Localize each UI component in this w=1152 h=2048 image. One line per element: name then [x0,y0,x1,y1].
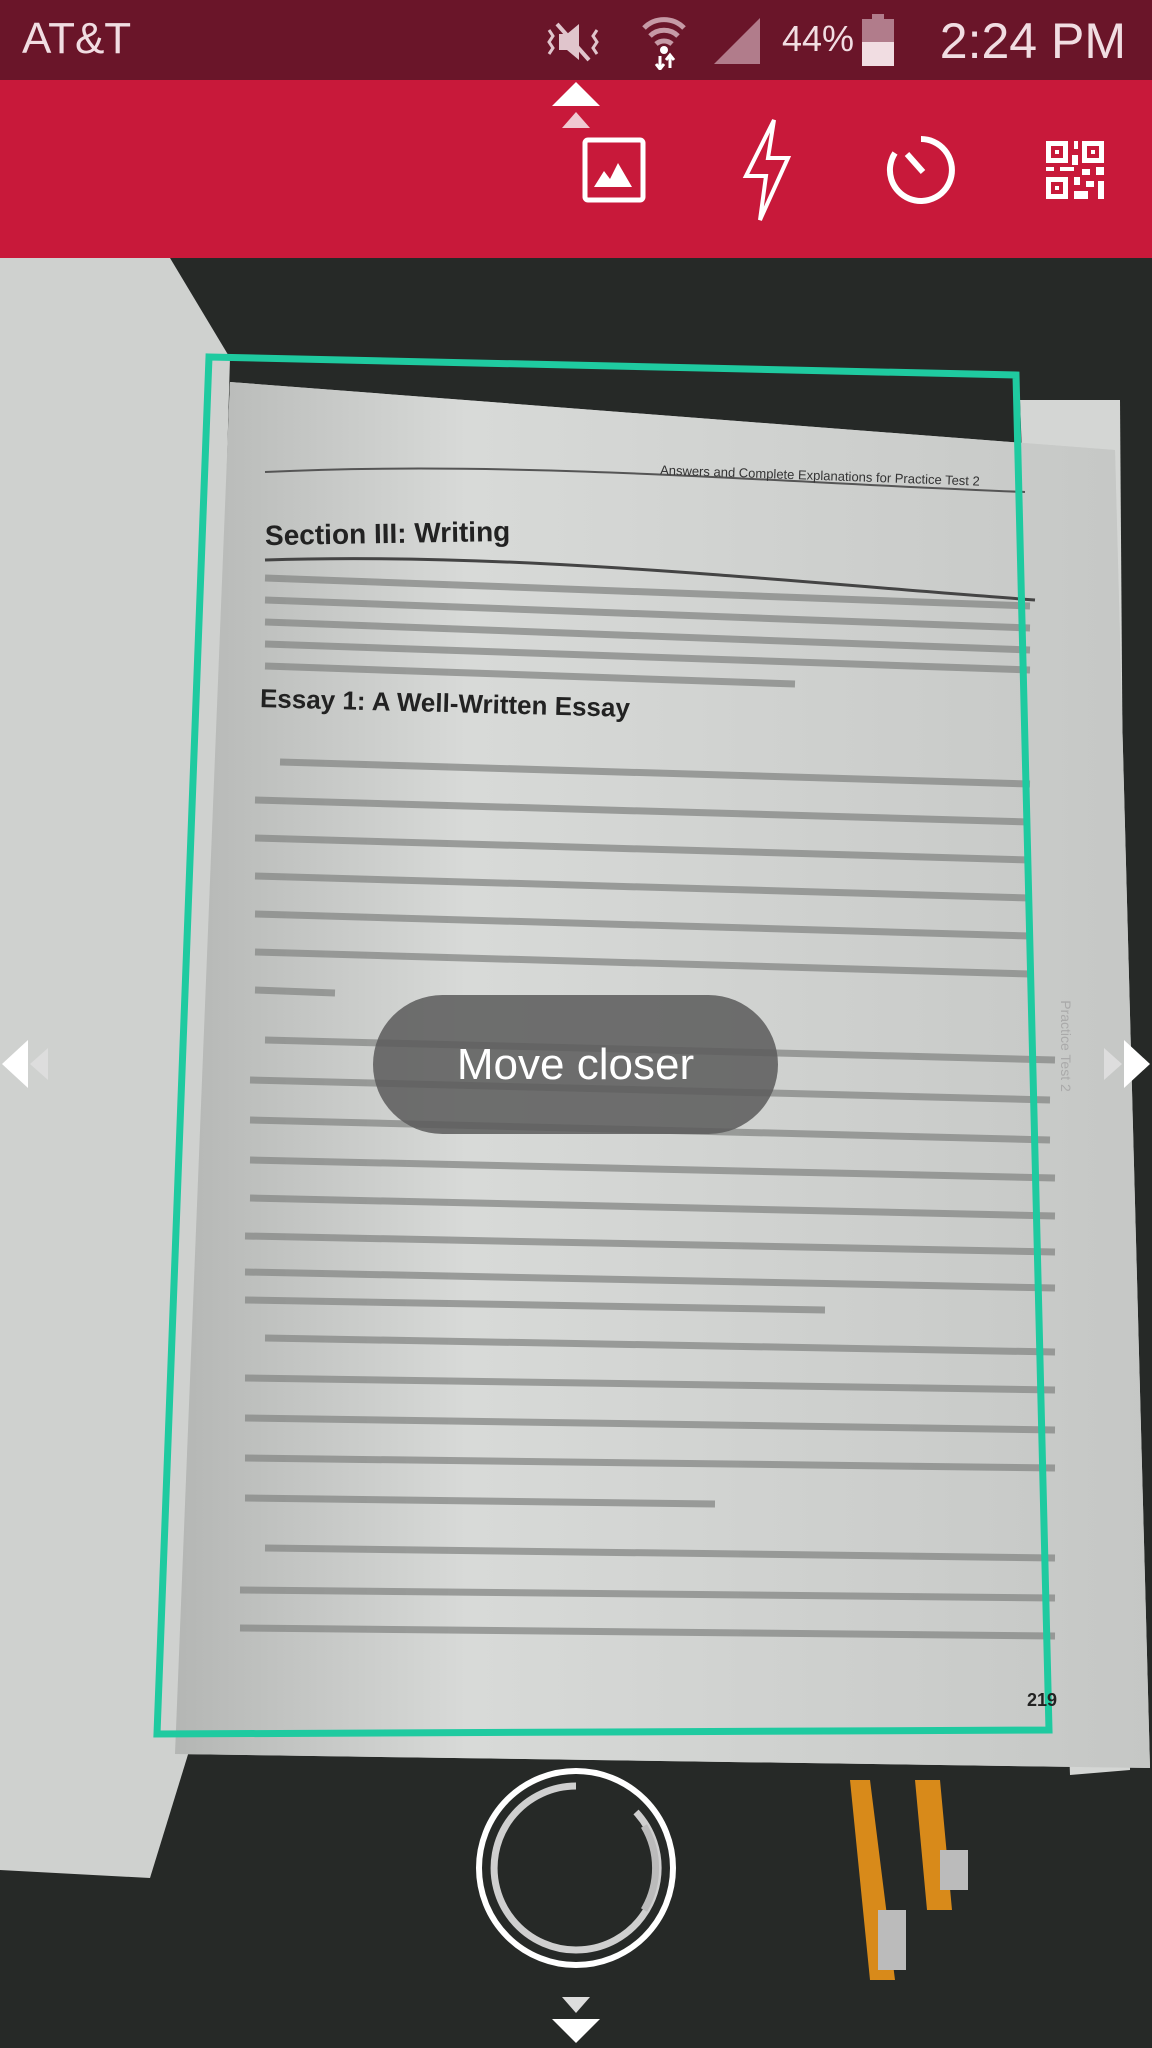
section-title: Section III: Writing [264,515,511,552]
carrier-label: AT&T [22,14,132,63]
camera-toolbar [0,80,1152,258]
signal-icon [714,18,760,64]
collapse-up-icon[interactable] [548,80,604,132]
timer-icon [886,136,955,204]
side-tab-label: Practice Test 2 [1057,1000,1074,1092]
status-bar: AT&T 44% 2:24 PM [0,0,1152,80]
qr-scan-button[interactable] [1035,130,1115,210]
flash-button[interactable] [727,119,807,221]
shutter-button[interactable] [474,1766,678,1970]
wifi-icon [642,17,686,70]
camera-preview[interactable]: Answers and Complete Explanations for Pr… [0,258,1152,2048]
battery-icon [862,14,894,66]
gallery-button[interactable] [574,130,654,210]
expand-down-icon[interactable] [548,1993,604,2045]
next-arrow-icon[interactable] [1096,1038,1152,1090]
clock: 2:24 PM [939,13,1126,69]
qr-code-icon [1046,141,1104,199]
gallery-icon [582,137,646,203]
vibrate-mute-icon [547,22,599,62]
battery-percent: 44% [782,18,855,59]
flash-icon [742,119,792,221]
timer-button[interactable] [881,130,961,210]
toast-message: Move closer [373,995,778,1134]
page-number: 219 [1027,1690,1058,1710]
previous-arrow-icon[interactable] [0,1038,56,1090]
